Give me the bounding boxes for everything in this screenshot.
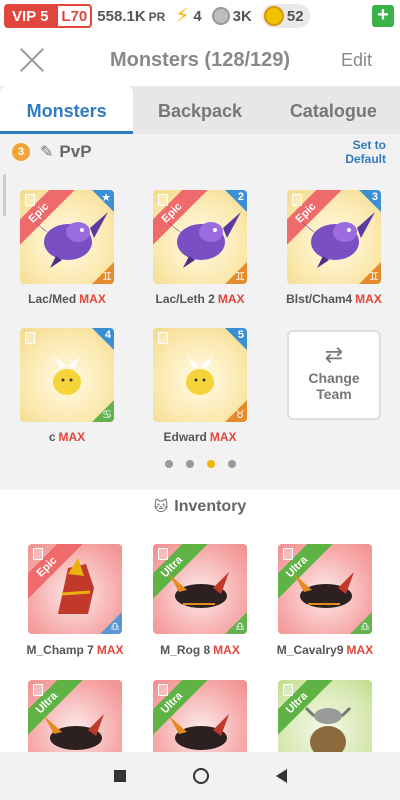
monster-caption: c MAX [2,430,132,444]
inventory-monster-card[interactable]: Ultra ♎ [278,544,372,634]
power-rating: 558.1K PR [97,8,165,25]
tab-catalogue[interactable]: Catalogue [267,86,400,134]
monster-name: Edward [163,430,207,444]
cat-icon: 🐱 [153,498,169,514]
energy-value: 4 [193,7,202,25]
monster-name: Lac/Med [28,292,77,306]
power-value: 558.1K [97,7,146,25]
inventory-monster-card[interactable]: Ultra ♎ [153,544,247,634]
slot-number: 3 [371,191,378,203]
team-monster-card[interactable]: Epic ★ ♊ [20,190,114,284]
power-unit: PR [148,9,166,24]
add-currency-button[interactable]: + [372,5,394,27]
slot-number: 4 [104,329,111,341]
team-monster-card[interactable]: 4 ♋ [20,328,114,422]
scroll-indicator [3,174,6,216]
coin-value: 52 [286,7,304,25]
back-icon[interactable] [275,769,287,783]
monster-caption: Edward MAX [135,430,265,444]
monster-name: Lac/Leth 2 [155,292,215,306]
monster-name: c [48,430,56,444]
food-counter[interactable]: 3K [211,7,252,25]
monster-name: M_Rog 8 [160,643,211,657]
monster-name: M_Cavalry9 [276,643,344,657]
monster-level: MAX [213,643,240,657]
inventory-caption: M_Champ 7 MAX [10,643,140,657]
monster-name: M_Champ 7 [26,643,94,657]
status-bar: VIP 5 L70 558.1K PR ⚡ 4 3K 52 + [0,0,400,32]
inventory-caption: M_Rog 8 MAX [135,643,265,657]
taurus-icon: ♉ [235,409,245,421]
page-dot-active[interactable] [206,460,215,468]
gemini-icon: ♊ [369,271,379,283]
monster-caption: Blst/Cham4 MAX [269,292,399,306]
slot-number: 5 [237,329,244,341]
team-header: 3 ✎ PvP [12,142,92,162]
monster-level: MAX [346,643,374,657]
change-team-label: Change Team [308,370,360,402]
vip-badge[interactable]: VIP 5 [4,4,57,28]
system-nav-bar [0,752,400,800]
cancer-icon: ♋ [102,409,112,421]
monster-caption: Lac/Leth 2 MAX [135,292,265,306]
swap-icon: ⇄ [324,342,344,367]
team-pager [0,460,400,468]
monster-level: MAX [96,643,124,657]
tab-backpack[interactable]: Backpack [133,86,266,134]
monster-level: MAX [217,292,245,306]
tab-bar: Monsters Backpack Catalogue [0,86,400,134]
team-section: 3 ✎ PvP Set to Default Epic ★ ♊ Lac/Med M… [0,134,400,490]
change-team-button[interactable]: ⇄ Change Team [287,330,381,420]
monster-caption: Lac/Med MAX [2,292,132,306]
team-name[interactable]: PvP [59,142,91,162]
slot-number: ★ [101,192,111,204]
inventory-monster-card[interactable]: Epic ♎ [28,544,122,634]
recent-apps-icon[interactable] [113,770,126,782]
food-value: 3K [232,7,252,25]
inventory-caption: M_Cavalry9 MAX [260,643,390,657]
monster-level: MAX [209,430,237,444]
page-dot[interactable] [227,460,236,468]
team-monster-card[interactable]: Epic 2 ♊ [153,190,247,284]
libra-icon: ♎ [235,621,245,633]
lightning-icon: ⚡ [175,5,190,27]
inventory-header: 🐱 Inventory [0,498,400,516]
libra-icon: ♎ [110,621,120,633]
team-monster-card[interactable]: Epic 3 ♊ [287,190,381,284]
monster-level: MAX [79,292,106,306]
monster-name: Blst/Cham4 [286,292,353,306]
set-default-button[interactable]: Set to Default [316,138,386,166]
pencil-icon[interactable]: ✎ [40,142,53,162]
monster-level: MAX [58,430,86,444]
player-level: L70 [56,4,93,28]
food-icon [211,7,230,25]
coin-icon [263,6,284,26]
gemini-icon: ♊ [102,271,112,283]
home-icon[interactable] [192,768,209,784]
page-dot[interactable] [185,460,194,468]
libra-icon: ♎ [360,621,370,633]
gemini-icon: ♊ [235,271,245,283]
coin-counter[interactable]: 52 [261,4,310,28]
inventory-section: 🐱 Inventory Epic ♎ M_Champ 7 MAX Ultra ♎ M… [0,490,400,770]
team-number-badge: 3 [12,143,30,161]
edit-button[interactable]: Edit [341,50,372,71]
monster-level: MAX [355,292,382,306]
energy-counter[interactable]: ⚡ 4 [175,6,201,26]
inventory-title: Inventory [174,498,247,515]
page-header: Monsters (128/129) Edit [0,32,400,86]
slot-number: 2 [237,191,244,203]
tab-monsters[interactable]: Monsters [0,86,134,134]
team-monster-card[interactable]: 5 ♉ [153,328,247,422]
page-dot[interactable] [164,460,173,468]
